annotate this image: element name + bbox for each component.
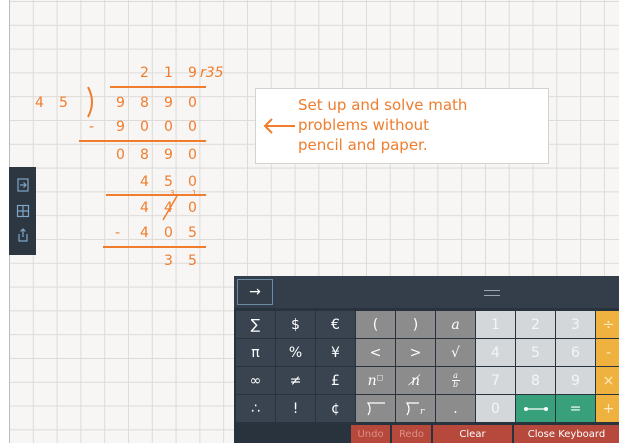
digit-4-key[interactable]: 4 [476, 339, 515, 366]
long-division-remainder-key[interactable]: r [396, 395, 435, 422]
dividend-digit: 8 [140, 95, 149, 111]
long-division-key[interactable] [356, 395, 395, 422]
grid-icon[interactable] [15, 203, 30, 218]
dividend-digit: 0 [188, 95, 197, 111]
pi-key[interactable]: π [236, 339, 275, 366]
sqrt-key[interactable]: √ [436, 339, 475, 366]
sum-key[interactable]: ∑ [236, 311, 275, 338]
multiply-key[interactable]: × [596, 367, 619, 394]
dividend-digit: 9 [116, 95, 125, 111]
digit-8-key[interactable]: 8 [516, 367, 555, 394]
dollar-key[interactable]: $ [276, 311, 315, 338]
subtrahend-digit: 0 [164, 225, 173, 241]
clear-button[interactable]: Clear [433, 425, 512, 443]
difference-digit: 0 [116, 147, 125, 163]
line-key[interactable] [516, 395, 555, 422]
undo-button[interactable]: Undo [351, 425, 390, 443]
minus-key[interactable]: - [596, 339, 619, 366]
fraction-key[interactable]: ab [436, 367, 475, 394]
regroup-digit: 4 [140, 200, 149, 216]
strike-mark [162, 195, 178, 221]
digit-5-key[interactable]: 5 [516, 339, 555, 366]
digit-9-key[interactable]: 9 [556, 367, 595, 394]
subtraction-line [103, 246, 206, 248]
plus-key[interactable]: + [596, 395, 619, 422]
redo-button[interactable]: Redo [392, 425, 431, 443]
carry-digit: 1 [192, 189, 197, 197]
svg-text:r: r [420, 407, 425, 416]
close-paren-key[interactable]: ) [396, 311, 435, 338]
subtrahend-digit: 0 [140, 119, 149, 135]
digit-6-key[interactable]: 6 [556, 339, 595, 366]
regroup-digit: 0 [188, 200, 197, 216]
subtrahend-digit: 4 [140, 174, 149, 190]
remainder-digit: 3 [164, 253, 173, 269]
variable-key[interactable]: a [436, 311, 475, 338]
subtraction-line [106, 194, 206, 196]
digit-0-key[interactable]: 0 [476, 395, 515, 422]
side-toolbar [9, 167, 36, 255]
decimal-key[interactable]: . [436, 395, 475, 422]
drag-handle-icon[interactable] [484, 290, 500, 296]
close-keyboard-button[interactable]: Close Keyboard [514, 425, 619, 443]
share-icon[interactable] [15, 227, 30, 242]
keyboard-header: → [234, 276, 619, 308]
divide-key[interactable]: ÷ [596, 311, 619, 338]
open-paren-key[interactable]: ( [356, 311, 395, 338]
subtrahend-digit: 0 [164, 119, 173, 135]
difference-digit: 8 [140, 147, 149, 163]
not-equal-key[interactable]: ≠ [276, 367, 315, 394]
divisor-digit: 4 [35, 95, 44, 111]
difference-digit: 0 [188, 147, 197, 163]
divisor-digit: 5 [59, 95, 68, 111]
subtrahend-digit: 5 [164, 174, 173, 190]
minus-sign: - [88, 119, 95, 135]
callout-text: Set up and solve math problems without p… [298, 96, 468, 154]
subtrahend-digit: 9 [116, 119, 125, 135]
keyboard-mode-toggle[interactable]: → [237, 279, 273, 305]
subtraction-line [79, 140, 206, 142]
import-icon[interactable] [15, 177, 30, 192]
quotient-digit: 1 [164, 65, 173, 81]
arrow-left-icon [263, 118, 295, 134]
remainder-digit: 5 [188, 253, 197, 269]
quotient-digit: 2 [140, 65, 149, 81]
dividend-digit: 9 [164, 95, 173, 111]
quotient-bar [110, 86, 206, 88]
pound-key[interactable]: £ [316, 367, 355, 394]
less-than-key[interactable]: < [356, 339, 395, 366]
digit-2-key[interactable]: 2 [516, 311, 555, 338]
digit-1-key[interactable]: 1 [476, 311, 515, 338]
therefore-key[interactable]: ∴ [236, 395, 275, 422]
remainder-label: r35 [200, 65, 224, 81]
subtrahend-digit: 5 [188, 225, 197, 241]
exponent-key[interactable]: n□ [356, 367, 395, 394]
digit-3-key[interactable]: 3 [556, 311, 595, 338]
subtrahend-digit: 0 [188, 119, 197, 135]
division-bracket [87, 86, 93, 118]
tip-callout: Set up and solve math problems without p… [255, 88, 549, 164]
subtrahend-digit: 4 [140, 225, 149, 241]
euro-key[interactable]: € [316, 311, 355, 338]
greater-than-key[interactable]: > [396, 339, 435, 366]
yen-key[interactable]: ¥ [316, 339, 355, 366]
factorial-key[interactable]: ! [276, 395, 315, 422]
difference-digit: 9 [164, 147, 173, 163]
digit-7-key[interactable]: 7 [476, 367, 515, 394]
equals-key[interactable]: = [556, 395, 595, 422]
minus-sign: - [114, 225, 121, 241]
infinity-key[interactable]: ∞ [236, 367, 275, 394]
math-keyboard: → ∑ $ €() a 1 2 3 ÷ π% ¥ < > √ 4 5 6- ∞ ≠ £ n□ n̸ a b 7 8 9 × ∴! ¢ r.… [234, 276, 619, 443]
percent-key[interactable]: % [276, 339, 315, 366]
cent-key[interactable]: ¢ [316, 395, 355, 422]
strike-key[interactable]: n̸ [396, 367, 435, 394]
